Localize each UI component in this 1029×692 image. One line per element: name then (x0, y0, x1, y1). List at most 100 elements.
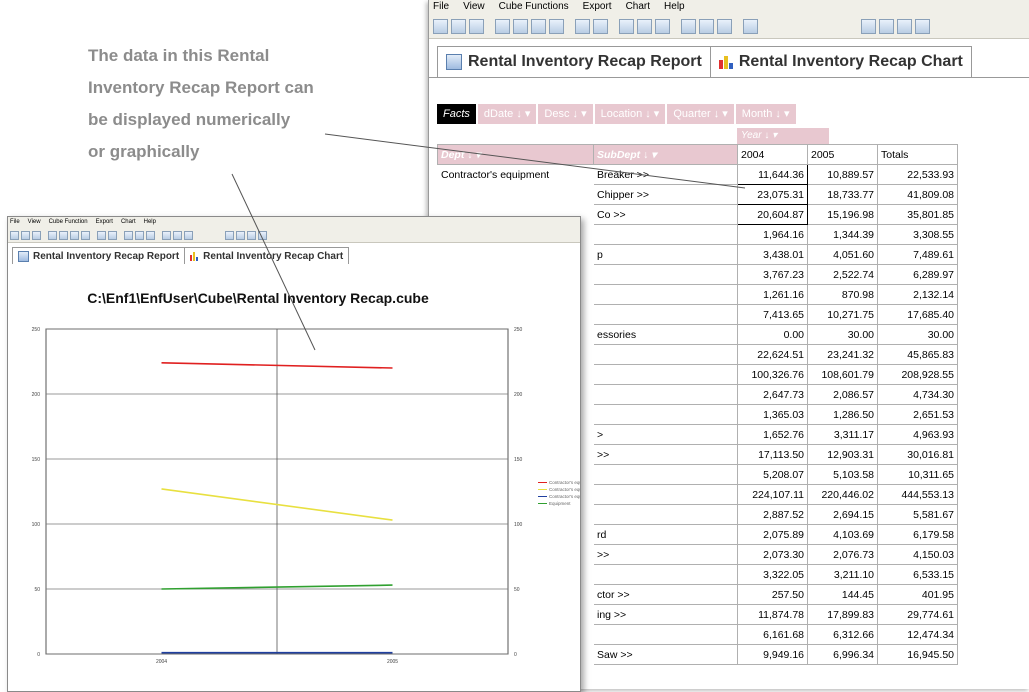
tab-report[interactable]: Rental Inventory Recap Report (12, 247, 186, 265)
totals-header: Totals (877, 144, 958, 165)
settings-icon[interactable] (236, 230, 245, 240)
subdept-cell: >> (593, 444, 738, 465)
filter-icon[interactable] (124, 230, 133, 240)
legend-label: Equipment (549, 501, 571, 506)
chart-icon[interactable] (184, 230, 193, 240)
report-icon[interactable] (59, 230, 68, 240)
report-icon[interactable] (549, 18, 564, 34)
zoom-icon[interactable] (897, 18, 912, 34)
tab-report[interactable]: Rental Inventory Recap Report (437, 46, 711, 77)
report-icon[interactable] (48, 230, 57, 240)
subdept-cell (593, 404, 738, 425)
value-2005-cell: 6,312.66 (807, 624, 878, 645)
menu-view[interactable]: View (28, 217, 41, 228)
chart-icon[interactable] (699, 18, 714, 34)
filter-icon[interactable] (637, 18, 652, 34)
help-icon[interactable] (915, 18, 930, 34)
subdept-column-header[interactable]: SubDept ↓ ▾ (593, 144, 738, 165)
sort-icon[interactable] (97, 230, 106, 240)
save-icon[interactable] (469, 18, 484, 34)
value-2004-cell: 257.50 (737, 584, 808, 605)
totals-cell: 6,533.15 (877, 564, 958, 585)
value-2004-cell: 100,326.76 (737, 364, 808, 385)
filter-icon[interactable] (655, 18, 670, 34)
report-icon[interactable] (495, 18, 510, 34)
caption-line: be displayed numerically (88, 110, 291, 129)
toolbar (8, 228, 580, 243)
totals-cell: 6,179.58 (877, 524, 958, 545)
chart-tab-icon (718, 55, 733, 69)
subdept-cell: Saw >> (593, 644, 738, 665)
menu-chart[interactable]: Chart (121, 217, 136, 228)
menu-cube-function[interactable]: Cube Function (49, 217, 88, 228)
menu-file[interactable]: File (433, 0, 449, 14)
menu-file[interactable]: File (10, 217, 20, 228)
menu-bar: File View Cube Functions Export Chart He… (429, 0, 1029, 14)
zoom-icon[interactable] (247, 230, 256, 240)
sort-icon[interactable] (593, 18, 608, 34)
subdept-cell (593, 384, 738, 405)
menu-chart[interactable]: Chart (626, 0, 650, 14)
dept-cell (437, 184, 594, 205)
caption-line: The data in this Rental (88, 46, 270, 65)
totals-cell: 5,581.67 (877, 504, 958, 525)
tab-chart[interactable]: Rental Inventory Recap Chart (185, 247, 350, 265)
totals-cell: 2,651.53 (877, 404, 958, 425)
chart-icon[interactable] (173, 230, 182, 240)
chart-icon[interactable] (162, 230, 171, 240)
report-icon[interactable] (531, 18, 546, 34)
table-row: Chipper >> 23,075.31 18,733.77 41,809.08 (437, 184, 958, 205)
report-icon[interactable] (513, 18, 528, 34)
chart-legend: Contractor's equipment Contractor's equip… (538, 479, 580, 507)
totals-cell: 45,865.83 (877, 344, 958, 365)
value-2004-cell: 5,208.07 (737, 464, 808, 485)
value-2005-cell: 10,889.57 (807, 164, 878, 185)
filter-icon[interactable] (146, 230, 155, 240)
value-2004-cell: 22,624.51 (737, 344, 808, 365)
report-icon[interactable] (81, 230, 90, 240)
save-icon[interactable] (32, 230, 41, 240)
y-tick-label-right: 100 (514, 522, 523, 528)
value-2005-cell: 12,903.31 (807, 444, 878, 465)
settings-icon[interactable] (879, 18, 894, 34)
menu-cube-functions[interactable]: Cube Functions (499, 0, 569, 14)
sort-icon[interactable] (108, 230, 117, 240)
menu-help[interactable]: Help (144, 217, 156, 228)
report-icon[interactable] (70, 230, 79, 240)
sort-icon[interactable] (575, 18, 590, 34)
print-icon[interactable] (225, 230, 234, 240)
filter-desc[interactable]: Desc ↓ ▾ (538, 104, 593, 124)
chart-icon[interactable] (717, 18, 732, 34)
y-tick-label-right: 150 (514, 457, 523, 463)
open-icon[interactable] (21, 230, 30, 240)
year-column-header[interactable]: Year ↓ ▾ (737, 128, 829, 144)
new-icon[interactable] (10, 230, 19, 240)
year-2004-header: 2004 (737, 144, 808, 165)
menu-help[interactable]: Help (664, 0, 685, 14)
filter-icon[interactable] (135, 230, 144, 240)
menu-export[interactable]: Export (583, 0, 612, 14)
facts-dropdown[interactable]: Facts (437, 104, 476, 124)
filter-ddate[interactable]: dDate ↓ ▾ (477, 104, 537, 124)
chart-icon[interactable] (743, 18, 758, 34)
totals-cell: 208,928.55 (877, 364, 958, 385)
value-2004-cell: 2,073.30 (737, 544, 808, 565)
new-icon[interactable] (433, 18, 448, 34)
totals-cell: 22,533.93 (877, 164, 958, 185)
print-icon[interactable] (861, 18, 876, 34)
filter-quarter[interactable]: Quarter ↓ ▾ (667, 104, 734, 124)
menu-view[interactable]: View (463, 0, 485, 14)
value-2005-cell: 2,522.74 (807, 264, 878, 285)
legend-item: Equipment (538, 500, 580, 507)
open-icon[interactable] (451, 18, 466, 34)
dept-column-header[interactable]: Dept ↓ ▾ (437, 144, 594, 165)
filter-icon[interactable] (619, 18, 634, 34)
menu-export[interactable]: Export (96, 217, 113, 228)
totals-cell: 29,774.61 (877, 604, 958, 625)
filter-month[interactable]: Month ↓ ▾ (735, 104, 796, 124)
help-icon[interactable] (258, 230, 267, 240)
tab-chart[interactable]: Rental Inventory Recap Chart (710, 46, 972, 77)
chart-icon[interactable] (681, 18, 696, 34)
filter-location[interactable]: Location ↓ ▾ (594, 104, 666, 124)
totals-cell: 41,809.08 (877, 184, 958, 205)
